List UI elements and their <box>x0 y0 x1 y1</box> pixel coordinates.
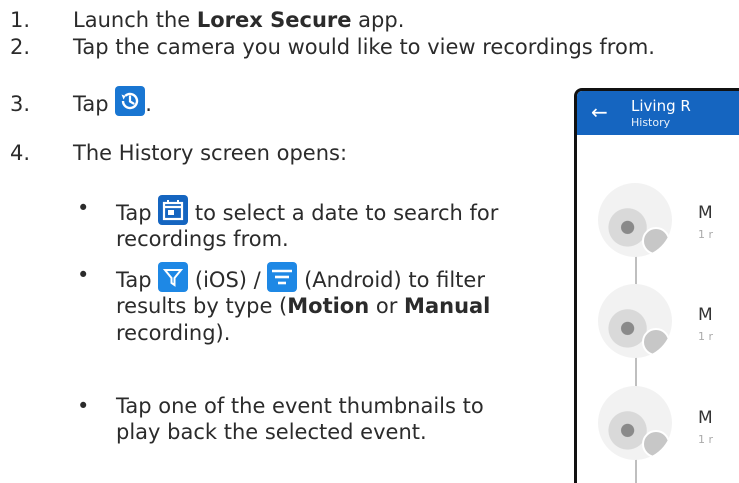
step-text: Tap <box>73 92 116 116</box>
bullet-glyph: • <box>77 394 90 418</box>
step-text: Launch the <box>73 8 197 32</box>
camera-title: Living R <box>631 97 691 115</box>
event-thumbnail[interactable] <box>598 386 672 460</box>
play-icon <box>642 227 670 255</box>
step-number: 3. <box>10 92 31 116</box>
event-subtitle: 1 r <box>698 330 714 343</box>
bullet-text: or <box>369 294 405 319</box>
history-icon <box>115 86 146 116</box>
bullet-text: Tap one of the event thumbnails to play … <box>116 394 484 445</box>
step-1: 1. Launch the Lorex Secure app. <box>10 7 404 33</box>
step-text: The History screen opens: <box>73 141 348 165</box>
bullet-text: Tap <box>116 268 159 292</box>
back-arrow-icon[interactable]: ← <box>591 100 608 125</box>
event-thumbnail[interactable] <box>598 284 672 358</box>
motion-label: Motion <box>287 294 370 319</box>
bullet-glyph: • <box>77 263 90 287</box>
app-bar: ← Living R History <box>577 91 739 135</box>
screen-subtitle: History <box>631 116 671 129</box>
event-title: M <box>698 305 713 325</box>
bullet-3: Tap one of the event thumbnails to play … <box>116 393 496 446</box>
step-text: . <box>145 92 152 116</box>
event-thumbnail[interactable] <box>598 183 672 257</box>
bullet-glyph: • <box>77 196 90 220</box>
event-title: M <box>698 408 713 428</box>
event-subtitle: 1 r <box>698 228 714 241</box>
bullet-text: recording). <box>116 320 231 345</box>
step-number: 1. <box>10 8 31 32</box>
manual-label: Manual <box>404 294 491 319</box>
bullet-text: Tap <box>116 201 159 225</box>
play-icon <box>642 328 670 356</box>
step-2: 2. Tap the camera you would like to view … <box>10 34 655 60</box>
phone-screenshot: ← Living R History M 1 r M 1 r M 1 r <box>574 88 739 483</box>
play-icon <box>642 430 670 458</box>
filter-icon <box>158 262 189 292</box>
step-text: Tap the camera you would like to view re… <box>73 35 655 59</box>
event-title: M <box>698 203 713 223</box>
sort-icon <box>267 262 298 292</box>
bullet-2: Tap (iOS) / (Android) to filter results … <box>116 262 536 346</box>
step-text: app. <box>351 8 405 32</box>
bullet-1: Tap to select a date to search for recor… <box>116 195 536 253</box>
calendar-icon <box>158 195 189 225</box>
app-name: Lorex Secure <box>196 8 352 32</box>
step-4: 4. The History screen opens: <box>10 140 347 166</box>
step-3: 3. Tap . <box>10 86 152 117</box>
event-subtitle: 1 r <box>698 433 714 446</box>
bullet-text: (iOS) / <box>188 268 268 292</box>
step-number: 2. <box>10 35 31 59</box>
step-number: 4. <box>10 141 31 165</box>
